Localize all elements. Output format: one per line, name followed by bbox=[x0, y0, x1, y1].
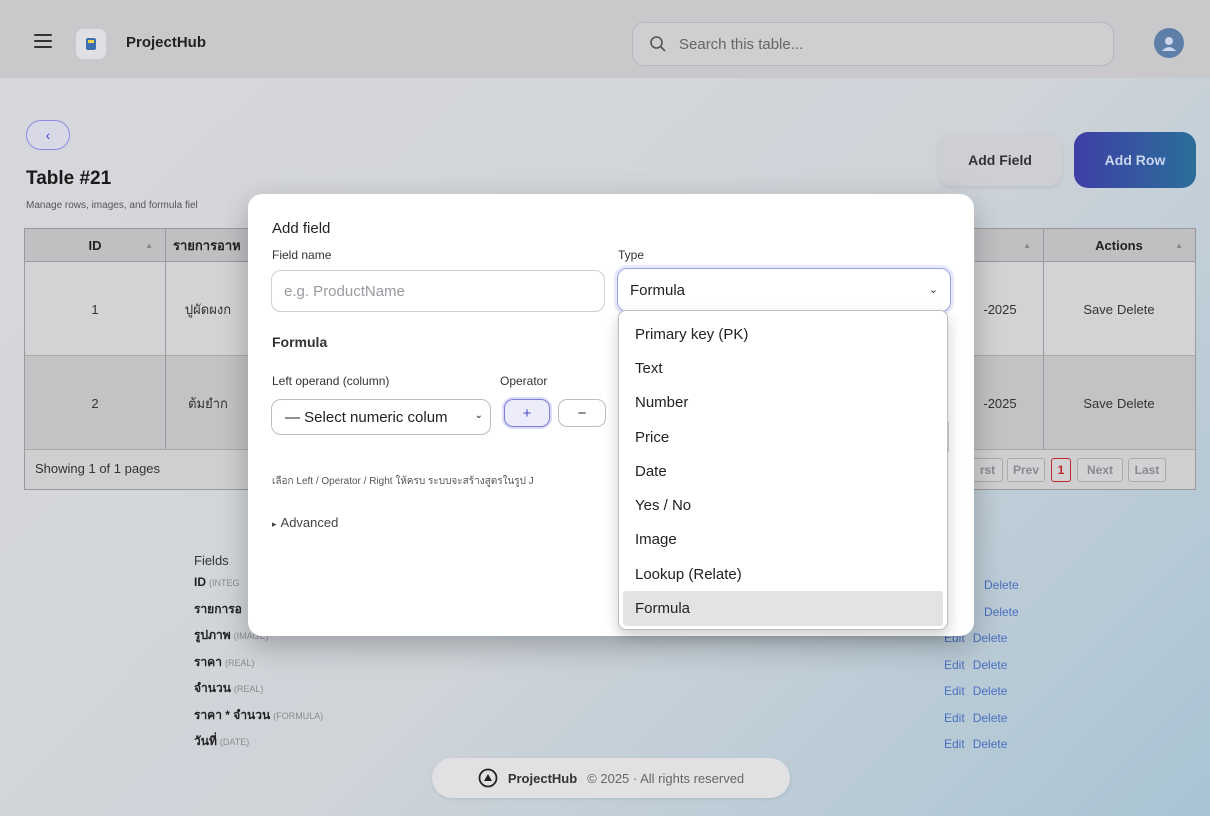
field-action-row: Edit Delete bbox=[944, 737, 1027, 764]
field-delete-link[interactable]: Delete bbox=[973, 684, 1008, 698]
field-action-row: Edit Delete bbox=[944, 658, 1027, 685]
row-delete-button[interactable]: Delete bbox=[1117, 396, 1155, 411]
pagination-summary: Showing 1 of 1 pages bbox=[35, 461, 161, 476]
formula-hint: เลือก Left / Operator / Right ให้ครบ ระบ… bbox=[272, 476, 534, 487]
column-header-date[interactable]: ▲ bbox=[975, 229, 1043, 262]
type-label: Type bbox=[618, 248, 645, 262]
field-item: จำนวน (REAL) bbox=[194, 681, 264, 695]
next-page-button[interactable]: Next bbox=[1077, 458, 1123, 482]
type-option[interactable]: Lookup (Relate) bbox=[623, 557, 943, 591]
type-option[interactable]: Primary key (PK) bbox=[623, 317, 943, 351]
operator-minus-button[interactable]: − bbox=[558, 399, 606, 427]
cell-actions: Save Delete bbox=[1043, 356, 1195, 450]
right-operand-edge bbox=[948, 422, 949, 452]
field-name-label: Field name bbox=[272, 248, 332, 262]
logo-icon[interactable] bbox=[76, 29, 106, 59]
sort-icon: ▲ bbox=[1175, 240, 1183, 250]
column-header-name[interactable]: รายการอาห bbox=[165, 229, 251, 262]
field-edit-link[interactable]: Edit bbox=[944, 711, 965, 725]
cell-id: 2 bbox=[91, 395, 99, 411]
type-option[interactable]: Image bbox=[623, 523, 943, 557]
row-save-button[interactable]: Save bbox=[1083, 302, 1113, 317]
page-footer: ProjectHub © 2025 · All rights reserved bbox=[432, 758, 790, 798]
type-option[interactable]: Yes / No bbox=[623, 488, 943, 522]
add-field-button[interactable]: Add Field bbox=[938, 134, 1062, 186]
prev-page-button[interactable]: Prev bbox=[1007, 458, 1045, 482]
field-delete-link[interactable]: Delete bbox=[984, 578, 1019, 592]
chevron-down-icon: ⌄ bbox=[474, 410, 483, 421]
field-edit-link[interactable]: Edit bbox=[944, 658, 965, 672]
field-edit-link[interactable]: Edit bbox=[944, 737, 965, 751]
type-select-value: Formula bbox=[630, 281, 686, 299]
field-delete-link[interactable]: Delete bbox=[973, 658, 1008, 672]
operator-label: Operator bbox=[500, 374, 548, 388]
operator-plus-button[interactable]: + bbox=[504, 399, 550, 427]
field-delete-link[interactable]: Delete bbox=[973, 711, 1008, 725]
column-divider bbox=[1043, 229, 1044, 449]
footer-copyright: © 2025 · All rights reserved bbox=[587, 770, 745, 786]
footer-brand: ProjectHub bbox=[507, 770, 578, 786]
field-item: วันที่ (DATE) bbox=[194, 734, 250, 748]
advanced-toggle[interactable]: ▸ Advanced bbox=[272, 515, 338, 530]
first-page-button[interactable]: rst bbox=[973, 458, 1003, 482]
field-action-row: Edit Delete bbox=[944, 684, 1027, 711]
chevron-left-icon: ‹ bbox=[45, 127, 51, 143]
last-page-button[interactable]: Last bbox=[1128, 458, 1166, 482]
row-delete-button[interactable]: Delete bbox=[1117, 302, 1155, 317]
cell-date: -2025 bbox=[983, 301, 1017, 317]
type-option[interactable]: Number bbox=[623, 386, 943, 420]
left-operand-select[interactable]: — Select numeric colum ⌄ bbox=[271, 399, 491, 435]
left-operand-value: — Select numeric colum bbox=[285, 408, 448, 426]
type-option[interactable]: Price bbox=[623, 420, 943, 454]
cell-name: ต้มยำก bbox=[188, 395, 228, 411]
sort-icon: ▲ bbox=[145, 240, 153, 250]
page-subtitle: Manage rows, images, and formula fiel bbox=[26, 200, 198, 211]
field-delete-link[interactable]: Delete bbox=[984, 605, 1019, 619]
column-header-id[interactable]: ID ▲ bbox=[25, 229, 165, 262]
cell-id: 1 bbox=[91, 301, 99, 317]
cell-date: -2025 bbox=[983, 395, 1017, 411]
field-delete-link[interactable]: Delete bbox=[973, 631, 1008, 645]
search-input[interactable] bbox=[679, 35, 1079, 53]
back-button[interactable]: ‹ bbox=[26, 120, 70, 150]
column-header-actions[interactable]: Actions ▲ bbox=[1043, 229, 1195, 262]
chevron-down-icon: ⌄ bbox=[928, 284, 938, 296]
field-delete-link[interactable]: Delete bbox=[973, 737, 1008, 751]
type-option[interactable]: Text bbox=[623, 351, 943, 385]
type-option-selected[interactable]: Formula bbox=[623, 591, 943, 626]
cell-name: ปูผัดผงก bbox=[184, 301, 232, 317]
search-icon bbox=[650, 36, 666, 52]
left-operand-label: Left operand (column) bbox=[272, 374, 390, 388]
search-bar[interactable] bbox=[632, 22, 1114, 66]
brand-name[interactable]: ProjectHub bbox=[126, 34, 206, 51]
caret-right-icon: ▸ bbox=[272, 519, 277, 529]
current-page-button[interactable]: 1 bbox=[1051, 458, 1071, 482]
brand-mark-icon bbox=[478, 768, 498, 788]
avatar-icon[interactable] bbox=[1154, 28, 1184, 58]
field-item: ราคา (REAL) bbox=[194, 654, 255, 669]
field-edit-link[interactable]: Edit bbox=[944, 684, 965, 698]
field-action-row: Edit Delete bbox=[944, 711, 1027, 738]
row-save-button[interactable]: Save bbox=[1083, 396, 1113, 411]
column-divider bbox=[165, 229, 166, 449]
cell-actions: Save Delete bbox=[1043, 262, 1195, 356]
type-option[interactable]: Date bbox=[623, 454, 943, 488]
sort-icon: ▲ bbox=[1023, 240, 1031, 250]
formula-section-title: Formula bbox=[272, 334, 328, 350]
page-title: Table #21 bbox=[26, 168, 112, 189]
hamburger-icon[interactable] bbox=[34, 34, 52, 48]
add-row-button[interactable]: Add Row bbox=[1074, 132, 1196, 188]
type-select[interactable]: Formula ⌄ bbox=[617, 268, 951, 312]
top-bar: ProjectHub bbox=[0, 0, 1210, 78]
field-name-input[interactable] bbox=[271, 270, 605, 312]
type-dropdown-list: Primary key (PK) Text Number Price Date … bbox=[618, 310, 948, 630]
modal-title: Add field bbox=[272, 220, 331, 237]
field-item: ราคา * จำนวน (FORMULA) bbox=[194, 707, 324, 722]
